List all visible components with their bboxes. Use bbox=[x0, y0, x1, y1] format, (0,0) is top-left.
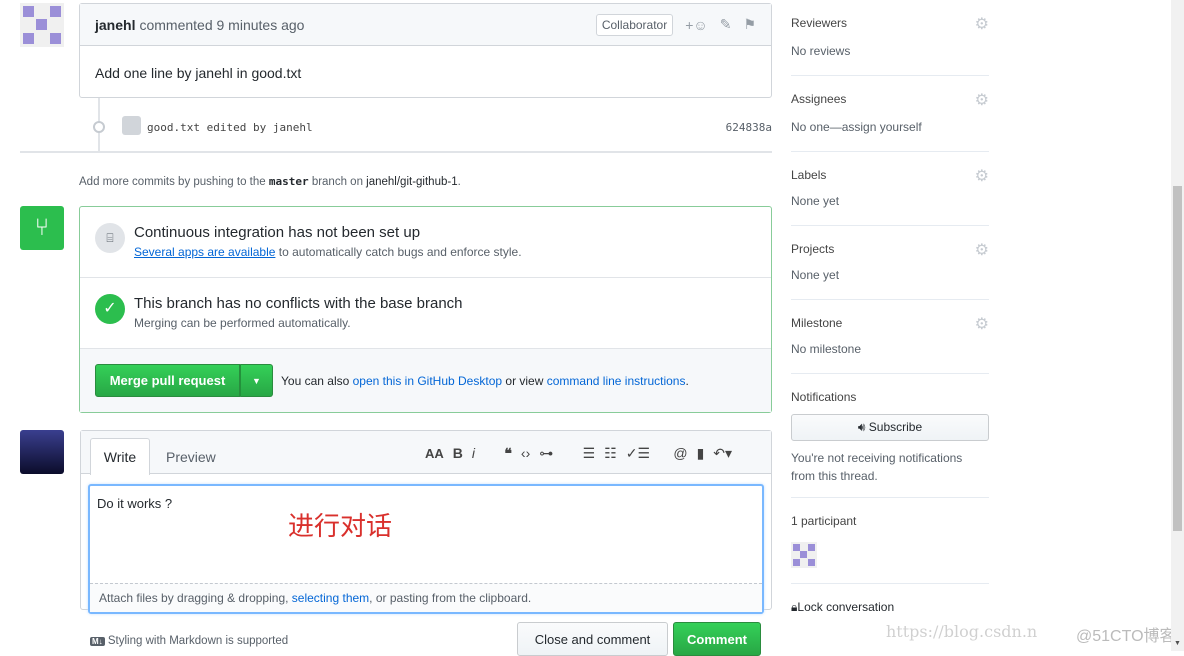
conflict-title: This branch has no conflicts with the ba… bbox=[134, 295, 463, 312]
branch-name: master bbox=[268, 175, 309, 188]
comment-author[interactable]: janehl bbox=[95, 17, 135, 33]
participants-title: 1 participant bbox=[791, 514, 857, 528]
lock-label: Lock conversation bbox=[797, 600, 895, 614]
subscribe-label: Subscribe bbox=[868, 420, 923, 434]
commit-sha[interactable]: 624838a bbox=[726, 121, 772, 134]
gear-icon[interactable]: ⚙ bbox=[975, 240, 989, 260]
merge-hint: or view bbox=[505, 373, 544, 388]
sidebar: Reviewers ⚙ No reviews Assignees ⚙ No one—as… bbox=[791, 0, 989, 615]
watermark-51cto: @51CTO博客 bbox=[1076, 628, 1176, 645]
current-user-avatar bbox=[20, 430, 64, 474]
chevron-down-icon: ▼ bbox=[252, 375, 261, 386]
link-icon[interactable]: ⊶ bbox=[539, 445, 553, 461]
assign-yourself-link[interactable]: No one—assign yourself bbox=[791, 120, 989, 134]
push-hint-text: branch on bbox=[311, 176, 363, 188]
divider bbox=[20, 151, 772, 153]
gear-icon[interactable]: ⚙ bbox=[975, 166, 989, 186]
merge-hint: You can also bbox=[281, 373, 350, 388]
markdown-hint-text: Styling with Markdown is supported bbox=[107, 635, 289, 647]
attach-text: , or pasting from the clipboard. bbox=[369, 591, 532, 605]
git-merge-icon: ⑂ bbox=[20, 206, 64, 250]
sidebar-labels-value: None yet bbox=[791, 194, 840, 208]
italic-icon[interactable]: i bbox=[472, 445, 475, 461]
gear-icon[interactable]: ⚙ bbox=[975, 14, 989, 34]
report-icon[interactable]: ⚑ bbox=[743, 16, 756, 33]
comment-box: janehl commented 9 minutes ago Collabora… bbox=[79, 3, 772, 98]
reply-icon[interactable]: ↶▾ bbox=[713, 445, 732, 461]
ci-text: to automatically catch bugs and enforce … bbox=[278, 245, 522, 259]
collaborator-badge: Collaborator bbox=[595, 13, 674, 36]
sidebar-labels-title: Labels bbox=[791, 168, 827, 182]
commit-avatar bbox=[122, 116, 141, 135]
ci-icon: ⌸ bbox=[95, 223, 125, 253]
commit-icon bbox=[93, 121, 105, 133]
markdown-icon: M↓ bbox=[90, 637, 105, 646]
notifications-title: Notifications bbox=[791, 390, 857, 404]
comment-text: Do it works ? bbox=[97, 496, 173, 511]
sidebar-milestone-value: No milestone bbox=[791, 342, 862, 356]
sidebar-reviewers-title: Reviewers bbox=[791, 16, 848, 30]
quote-icon[interactable]: ❝ bbox=[504, 445, 512, 461]
notifications-text: You're not receiving notifications from … bbox=[791, 451, 963, 483]
annotation-text: 进行对话 bbox=[288, 512, 393, 542]
comment-timestamp[interactable]: commented 9 minutes ago bbox=[139, 17, 304, 33]
speaker-icon: 🔊︎ bbox=[857, 420, 866, 434]
bookmark-icon[interactable]: ▮ bbox=[697, 445, 705, 461]
merge-options-dropdown[interactable]: ▼ bbox=[240, 364, 273, 397]
text-size-icon[interactable]: AA bbox=[425, 446, 444, 461]
participant-avatar[interactable] bbox=[791, 542, 817, 568]
push-hint: Add more commits by pushing to the maste… bbox=[79, 175, 461, 188]
comment-editor: Write Preview AA Bi ❝ ‹› ⊶ ☰ ☷ ✓☰ @ ▮ ↶▾ Do it … bbox=[80, 430, 772, 614]
pencil-icon[interactable]: ✎ bbox=[720, 16, 732, 33]
bold-icon[interactable]: B bbox=[453, 445, 463, 461]
lock-conversation-link[interactable]: 🔒︎Lock conversation bbox=[791, 584, 989, 615]
scrollbar-thumb[interactable] bbox=[1173, 186, 1182, 531]
attach-text: Attach files by dragging & dropping, bbox=[99, 591, 289, 605]
comment-textarea-wrapper: Do it works ? 进行对话 Attach files by dragg… bbox=[88, 484, 764, 614]
gear-icon[interactable]: ⚙ bbox=[975, 90, 989, 110]
unordered-list-icon[interactable]: ☰ bbox=[583, 445, 596, 461]
ci-title: Continuous integration has not been set … bbox=[134, 224, 421, 241]
scroll-down-arrow[interactable]: ▼ bbox=[1174, 640, 1181, 647]
tab-preview[interactable]: Preview bbox=[166, 449, 216, 465]
watermark-csdn: https://blog.csdn.n bbox=[886, 622, 1038, 641]
check-icon: ✓ bbox=[95, 294, 125, 324]
merge-pull-request-button[interactable]: Merge pull request bbox=[95, 364, 240, 397]
ordered-list-icon[interactable]: ☷ bbox=[604, 445, 617, 461]
add-reaction-icon[interactable]: +☺ bbox=[685, 17, 707, 33]
sidebar-projects-title: Projects bbox=[791, 242, 835, 256]
comment-textarea[interactable]: Do it works ? 进行对话 bbox=[90, 486, 762, 583]
gear-icon[interactable]: ⚙ bbox=[975, 314, 989, 334]
sidebar-reviewers-value: No reviews bbox=[791, 44, 851, 58]
avatar[interactable] bbox=[20, 3, 64, 47]
tab-write[interactable]: Write bbox=[90, 438, 150, 475]
conflict-subtitle: Merging can be performed automatically. bbox=[134, 316, 351, 330]
attach-files-bar[interactable]: Attach files by dragging & dropping, sel… bbox=[90, 583, 762, 612]
push-hint-text: Add more commits by pushing to the bbox=[79, 176, 266, 188]
commit-message[interactable]: good.txt edited by janehl bbox=[147, 121, 313, 134]
several-apps-link[interactable]: Several apps are available bbox=[134, 245, 275, 259]
markdown-hint[interactable]: M↓ Styling with Markdown is supported bbox=[90, 635, 288, 647]
subscribe-button[interactable]: 🔊︎ Subscribe bbox=[791, 414, 989, 441]
repo-name[interactable]: janehl/git-github-1 bbox=[366, 176, 457, 188]
mention-icon[interactable]: @ bbox=[673, 445, 687, 461]
github-desktop-link[interactable]: open this in GitHub Desktop bbox=[353, 374, 502, 388]
task-list-icon[interactable]: ✓☰ bbox=[626, 445, 650, 461]
code-icon[interactable]: ‹› bbox=[521, 445, 530, 461]
sidebar-milestone-title: Milestone bbox=[791, 316, 843, 330]
comment-body: Add one line by janehl in good.txt bbox=[95, 65, 302, 81]
command-line-link[interactable]: command line instructions bbox=[547, 374, 686, 388]
merge-box: ⌸ Continuous integration has not been se… bbox=[79, 206, 772, 413]
push-hint-text: . bbox=[457, 176, 461, 188]
merge-hint: . bbox=[685, 373, 689, 388]
sidebar-assignees-title: Assignees bbox=[791, 92, 847, 106]
sidebar-projects-value: None yet bbox=[791, 268, 840, 282]
scrollbar[interactable]: ▼ bbox=[1171, 0, 1184, 651]
selecting-them-link[interactable]: selecting them bbox=[292, 591, 369, 605]
